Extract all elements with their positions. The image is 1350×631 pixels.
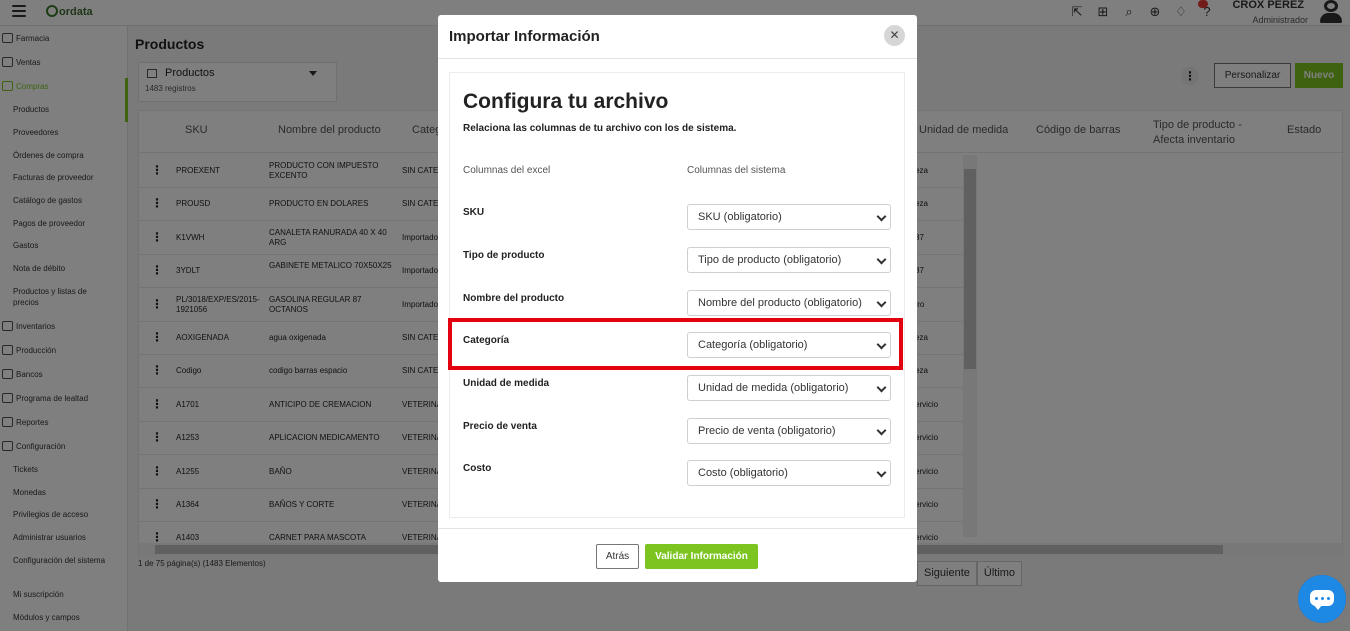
field-label: Precio de venta — [463, 421, 537, 432]
config-subheading: Relaciona las columnas de tu archivo con… — [463, 123, 737, 134]
field-label: Tipo de producto — [463, 250, 545, 261]
system-columns-header: Columnas del sistema — [687, 165, 786, 176]
select-value: Unidad de medida (obligatorio) — [698, 382, 849, 394]
chevron-down-icon — [876, 211, 887, 222]
modal-header: Importar Información ✕ — [438, 15, 917, 59]
chevron-down-icon — [876, 425, 887, 436]
import-modal: Importar Información ✕ Configura tu arch… — [438, 15, 917, 582]
field-label: SKU — [463, 207, 485, 218]
column-mapping-select[interactable]: Costo (obligatorio) — [687, 460, 891, 486]
select-value: Costo (obligatorio) — [698, 467, 788, 479]
modal-footer: Atrás Validar Información — [438, 528, 917, 582]
select-value: Tipo de producto (obligatorio) — [698, 254, 842, 266]
chevron-down-icon — [876, 382, 887, 393]
column-mapping-select[interactable]: Nombre del producto (obligatorio) — [687, 290, 891, 316]
field-label: Unidad de medida — [463, 378, 550, 389]
highlight-box — [448, 318, 903, 370]
select-value: SKU (obligatorio) — [698, 211, 782, 223]
column-mapping-select[interactable]: SKU (obligatorio) — [687, 204, 891, 230]
select-value: Precio de venta (obligatorio) — [698, 425, 836, 437]
field-label: Nombre del producto — [463, 293, 565, 304]
modal-title: Importar Información — [449, 28, 600, 45]
chevron-down-icon — [876, 467, 887, 478]
chevron-down-icon — [876, 297, 887, 308]
field-label: Costo — [463, 463, 492, 474]
config-heading: Configura tu archivo — [463, 90, 669, 113]
chat-button-front[interactable] — [1298, 575, 1346, 623]
chevron-down-icon — [876, 254, 887, 265]
select-value: Nombre del producto (obligatorio) — [698, 297, 862, 309]
close-icon[interactable]: ✕ — [884, 25, 905, 46]
back-button[interactable]: Atrás — [596, 544, 639, 569]
modal-body: Configura tu archivo Relaciona las colum… — [448, 72, 905, 518]
column-mapping-select[interactable]: Precio de venta (obligatorio) — [687, 418, 891, 444]
excel-columns-header: Columnas del excel — [463, 165, 551, 176]
validate-button[interactable]: Validar Información — [645, 544, 758, 569]
column-mapping-select[interactable]: Unidad de medida (obligatorio) — [687, 375, 891, 401]
column-mapping-select[interactable]: Tipo de producto (obligatorio) — [687, 247, 891, 273]
